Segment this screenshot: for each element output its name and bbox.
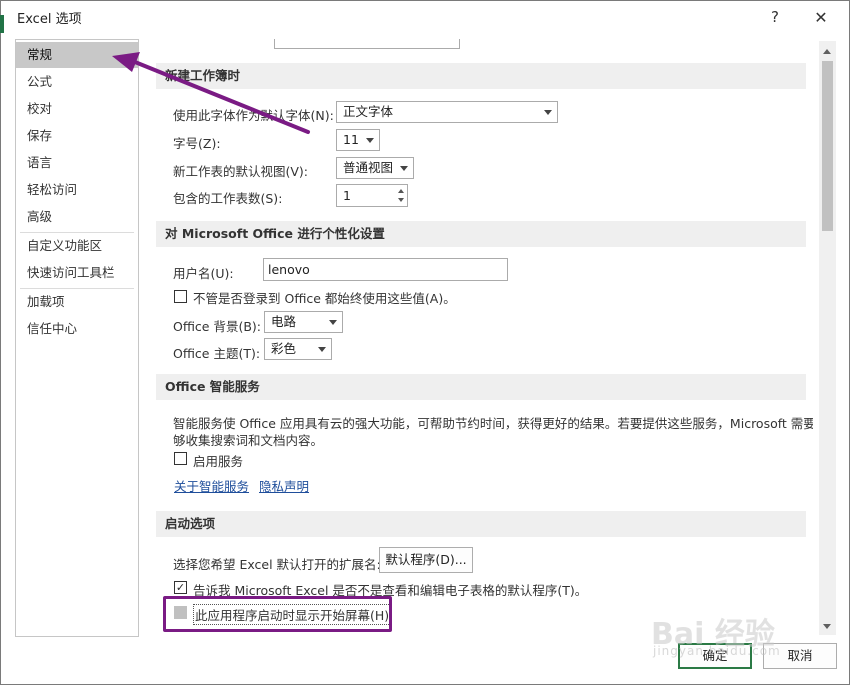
privacy-statement-link[interactable]: 隐私声明 [259,476,309,495]
font-size-value: 11 [343,132,359,147]
office-background-value: 电路 [271,314,297,329]
office-background-select[interactable]: 电路 [264,311,343,333]
close-button[interactable]: ✕ [801,3,841,31]
office-theme-label: Office 主题(T): [173,346,261,361]
chevron-down-icon [366,138,374,143]
content-scrollbar[interactable] [819,41,836,635]
help-button[interactable]: ? [755,3,795,31]
enable-services-checkbox[interactable] [174,452,187,465]
sheet-count-label: 包含的工作表数(S): [173,191,283,206]
chevron-down-icon [544,110,552,115]
screentip-style-select[interactable] [274,39,460,49]
spin-up-icon[interactable] [398,189,404,193]
sidebar-item-proofing[interactable]: 校对 [16,96,138,122]
sidebar-item-save[interactable]: 保存 [16,123,138,149]
about-intelligent-services-link[interactable]: 关于智能服务 [174,476,249,495]
always-use-checkbox[interactable] [174,290,187,303]
checkmark-icon: ✓ [175,581,186,594]
sheet-count-value: 1 [343,188,351,203]
enable-services-label: 启用服务 [193,454,244,469]
excel-options-dialog: Excel 选项 ? ✕ 常规 公式 校对 保存 语言 轻松访问 高级 自定义功… [0,0,850,685]
default-view-value: 普通视图 [343,160,394,175]
font-size-select[interactable]: 11 [336,129,380,151]
default-view-label: 新工作表的默认视图(V): [173,164,309,179]
tell-me-default-label: 告诉我 Microsoft Excel 是否不是查看和编辑电子表格的默认程序(T… [193,583,588,598]
section-header-startup: 启动选项 [156,511,806,537]
sidebar-item-trust-center[interactable]: 信任中心 [16,316,138,342]
default-extension-label: 选择您希望 Excel 默认打开的扩展名: [173,557,381,572]
sidebar-item-quick-access-toolbar[interactable]: 快速访问工具栏 [16,260,138,286]
office-background-label: Office 背景(B): [173,319,262,334]
section-header-new-workbook: 新建工作簿时 [156,63,806,89]
window-title: Excel 选项 [17,12,82,27]
sidebar-item-general[interactable]: 常规 [16,42,138,68]
default-font-select[interactable]: 正文字体 [336,101,558,123]
intelligent-desc-line2: 够收集搜索词和文档内容。 [173,433,324,448]
default-programs-button[interactable]: 默认程序(D)... [379,547,473,573]
section-header-intelligent-services: Office 智能服务 [156,374,806,400]
options-sidebar: 常规 公式 校对 保存 语言 轻松访问 高级 自定义功能区 快速访问工具栏 加载… [15,39,139,637]
scroll-thumb[interactable] [822,61,833,231]
scroll-up-icon[interactable] [823,49,831,54]
chevron-down-icon [318,347,326,352]
username-label: 用户名(U): [173,266,234,281]
chevron-down-icon [329,320,337,325]
scroll-down-icon[interactable] [823,624,831,629]
sidebar-item-advanced[interactable]: 高级 [16,204,138,230]
sidebar-item-add-ins[interactable]: 加载项 [16,289,138,315]
options-content: 新建工作簿时 使用此字体作为默认字体(N): 正文字体 字号(Z): 11 新工… [146,39,819,637]
sidebar-item-language[interactable]: 语言 [16,150,138,176]
excel-background-strip [0,15,4,33]
default-view-select[interactable]: 普通视图 [336,157,414,179]
show-start-screen-checkbox[interactable] [174,606,187,619]
sheet-count-spinner[interactable]: 1 [336,184,408,207]
username-input[interactable]: lenovo [263,258,508,281]
tell-me-default-checkbox[interactable]: ✓ [174,581,187,594]
default-font-label: 使用此字体作为默认字体(N): [173,108,334,123]
sidebar-item-formulas[interactable]: 公式 [16,69,138,95]
show-start-screen-label: 此应用程序启动时显示开始屏幕(H) [193,604,392,625]
spin-down-icon[interactable] [398,198,404,202]
title-bar[interactable]: Excel 选项 ? ✕ [1,1,849,33]
sidebar-item-accessibility[interactable]: 轻松访问 [16,177,138,203]
always-use-label: 不管是否登录到 Office 都始终使用这些值(A)。 [193,291,456,306]
baidu-watermark-url: jingyan.baidu.com [653,644,781,658]
office-theme-select[interactable]: 彩色 [264,338,332,360]
sidebar-item-customize-ribbon[interactable]: 自定义功能区 [16,233,138,259]
office-theme-value: 彩色 [271,341,297,356]
default-font-value: 正文字体 [343,104,394,119]
font-size-label: 字号(Z): [173,136,221,151]
chevron-down-icon [400,166,408,171]
section-header-personalize: 对 Microsoft Office 进行个性化设置 [156,221,806,247]
